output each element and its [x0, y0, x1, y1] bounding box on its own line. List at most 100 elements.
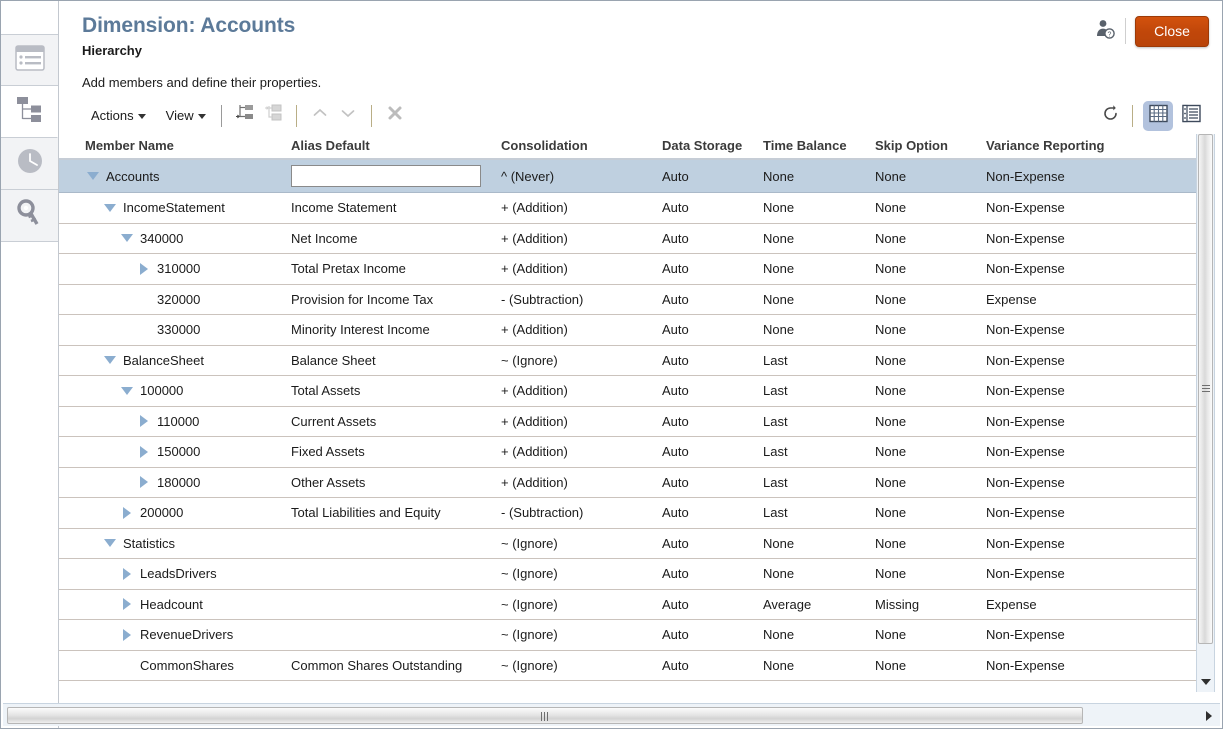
cell-member-name: LeadsDrivers — [119, 559, 217, 589]
horizontal-scrollbar-thumb[interactable] — [7, 707, 1083, 724]
twisty-placeholder — [136, 322, 152, 338]
cell-data-storage: Auto — [662, 261, 689, 277]
cell-consolidation: + (Addition) — [501, 444, 568, 460]
move-up-button[interactable] — [306, 103, 334, 129]
refresh-button[interactable] — [1095, 101, 1125, 131]
close-x-icon — [386, 104, 404, 127]
member-name-label: 310000 — [157, 261, 201, 277]
table-row[interactable]: RevenueDrivers ~ (Ignore) Auto None None Non-… — [59, 620, 1197, 651]
cell-alias-default: Total Liabilities and Equity — [291, 505, 441, 521]
expand-collapse-down-icon[interactable] — [85, 168, 101, 184]
expand-collapse-right-icon[interactable] — [136, 474, 152, 490]
table-row[interactable]: Statistics ~ (Ignore) Auto None None Non-Expe… — [59, 528, 1197, 559]
cell-time-balance: Last — [763, 444, 788, 460]
column-header-consolidation[interactable]: Consolidation — [501, 138, 588, 153]
rail-tab-hierarchy[interactable] — [1, 86, 58, 138]
expand-collapse-right-icon[interactable] — [119, 566, 135, 582]
cell-data-storage: Auto — [662, 200, 689, 216]
member-name-label: Headcount — [140, 596, 203, 612]
rail-tab-performance[interactable] — [1, 138, 58, 190]
view-menu-button[interactable]: View — [160, 105, 212, 126]
cell-variance-reporting: Non-Expense — [986, 261, 1065, 277]
expand-collapse-down-icon[interactable] — [102, 200, 118, 216]
cell-data-storage: Auto — [662, 444, 689, 460]
column-header-skip-option[interactable]: Skip Option — [875, 138, 948, 153]
cell-skip-option: None — [875, 444, 907, 460]
table-row[interactable]: BalanceSheet Balance Sheet ~ (Ignore) Auto L… — [59, 345, 1197, 376]
table-row[interactable]: Accounts ^ (Never) Auto None None Non-Expense — [59, 160, 1197, 193]
cell-skip-option: None — [875, 230, 907, 246]
expand-collapse-right-icon[interactable] — [136, 261, 152, 277]
expand-collapse-down-icon[interactable] — [119, 230, 135, 246]
close-button[interactable]: Close — [1135, 15, 1209, 47]
table-row[interactable]: 200000 Total Liabilities and Equity - (Sub… — [59, 498, 1197, 529]
cell-consolidation: + (Addition) — [501, 383, 568, 399]
toolbar-divider — [370, 104, 372, 127]
column-header-time-balance[interactable]: Time Balance — [763, 138, 847, 153]
cell-variance-reporting: Non-Expense — [986, 352, 1065, 368]
cell-variance-reporting: Non-Expense — [986, 657, 1065, 673]
alias-default-input[interactable] — [291, 165, 481, 187]
table-row[interactable]: IncomeStatement Income Statement + (Additi… — [59, 193, 1197, 224]
table-row[interactable]: 100000 Total Assets + (Addition) Auto Last No… — [59, 376, 1197, 407]
add-sibling-button[interactable] — [259, 103, 287, 129]
cell-member-name: 110000 — [136, 407, 199, 437]
user-settings-button[interactable]: ? — [1088, 14, 1122, 48]
rail-tab-security[interactable] — [1, 190, 58, 242]
table-row[interactable]: 110000 Current Assets + (Addition) Auto Last… — [59, 406, 1197, 437]
expand-collapse-right-icon[interactable] — [136, 413, 152, 429]
expand-collapse-right-icon[interactable] — [119, 596, 135, 612]
table-row[interactable]: Headcount ~ (Ignore) Auto Average Missing Exp… — [59, 589, 1197, 620]
table-row[interactable]: 340000 Net Income + (Addition) Auto None None… — [59, 223, 1197, 254]
table-row[interactable]: 150000 Fixed Assets + (Addition) Auto Last No… — [59, 437, 1197, 468]
cell-time-balance: None — [763, 168, 795, 184]
cell-time-balance: None — [763, 200, 795, 216]
scroll-right-button[interactable] — [1202, 708, 1216, 723]
table-row[interactable]: 310000 Total Pretax Income + (Addition) Aut… — [59, 254, 1197, 285]
cell-member-name: BalanceSheet — [102, 346, 204, 376]
cell-time-balance: None — [763, 566, 795, 582]
arrow-right-icon — [1206, 710, 1212, 721]
cell-alias-default: Fixed Assets — [291, 444, 365, 460]
cell-member-name: 320000 — [136, 285, 200, 315]
cell-consolidation: ~ (Ignore) — [501, 627, 558, 643]
horizontal-scrollbar[interactable] — [3, 703, 1220, 726]
chevron-down-icon — [340, 106, 356, 125]
cell-member-name: 150000 — [136, 437, 200, 467]
expand-collapse-right-icon[interactable] — [119, 505, 135, 521]
vertical-scrollbar[interactable] — [1196, 134, 1215, 692]
actions-menu-button[interactable]: Actions — [85, 105, 152, 126]
cell-skip-option: None — [875, 352, 907, 368]
expand-collapse-down-icon[interactable] — [119, 383, 135, 399]
expand-collapse-down-icon[interactable] — [102, 535, 118, 551]
scroll-down-button[interactable] — [1198, 674, 1213, 690]
table-row[interactable]: 320000 Provision for Income Tax - (Subtrac… — [59, 284, 1197, 315]
grid-view-button[interactable] — [1143, 100, 1173, 131]
expand-collapse-right-icon[interactable] — [119, 627, 135, 643]
table-row[interactable]: LeadsDrivers ~ (Ignore) Auto None None Non-Ex… — [59, 559, 1197, 590]
dimension-list-icon — [14, 44, 45, 76]
cell-skip-option: None — [875, 566, 907, 582]
move-down-button[interactable] — [334, 103, 362, 129]
table-row[interactable]: 180000 Other Assets + (Addition) Auto Last No… — [59, 467, 1197, 498]
column-header-data-storage[interactable]: Data Storage — [662, 138, 742, 153]
toolbar-divider — [220, 104, 222, 127]
cell-consolidation: - (Subtraction) — [501, 505, 584, 521]
cell-time-balance: None — [763, 627, 795, 643]
table-row[interactable]: CommonShares Common Shares Outstanding ~ (… — [59, 650, 1197, 681]
column-header-alias-default[interactable]: Alias Default — [291, 138, 370, 153]
detail-view-icon — [1181, 104, 1201, 128]
column-header-variance-reporting[interactable]: Variance Reporting — [986, 138, 1104, 153]
table-row[interactable]: 330000 Minority Interest Income + (Additio… — [59, 315, 1197, 346]
add-child-button[interactable] — [231, 103, 259, 129]
delete-member-button[interactable] — [381, 103, 409, 129]
column-header-member-name[interactable]: Member Name — [85, 138, 174, 153]
page-instruction: Add members and define their properties. — [82, 75, 322, 90]
detail-view-button[interactable] — [1176, 101, 1206, 131]
rail-tab-dimension-list[interactable] — [1, 34, 58, 86]
cell-skip-option: None — [875, 291, 907, 307]
vertical-scrollbar-thumb[interactable] — [1198, 134, 1213, 644]
expand-collapse-down-icon[interactable] — [102, 352, 118, 368]
expand-collapse-right-icon[interactable] — [136, 444, 152, 460]
cell-consolidation: - (Subtraction) — [501, 291, 584, 307]
